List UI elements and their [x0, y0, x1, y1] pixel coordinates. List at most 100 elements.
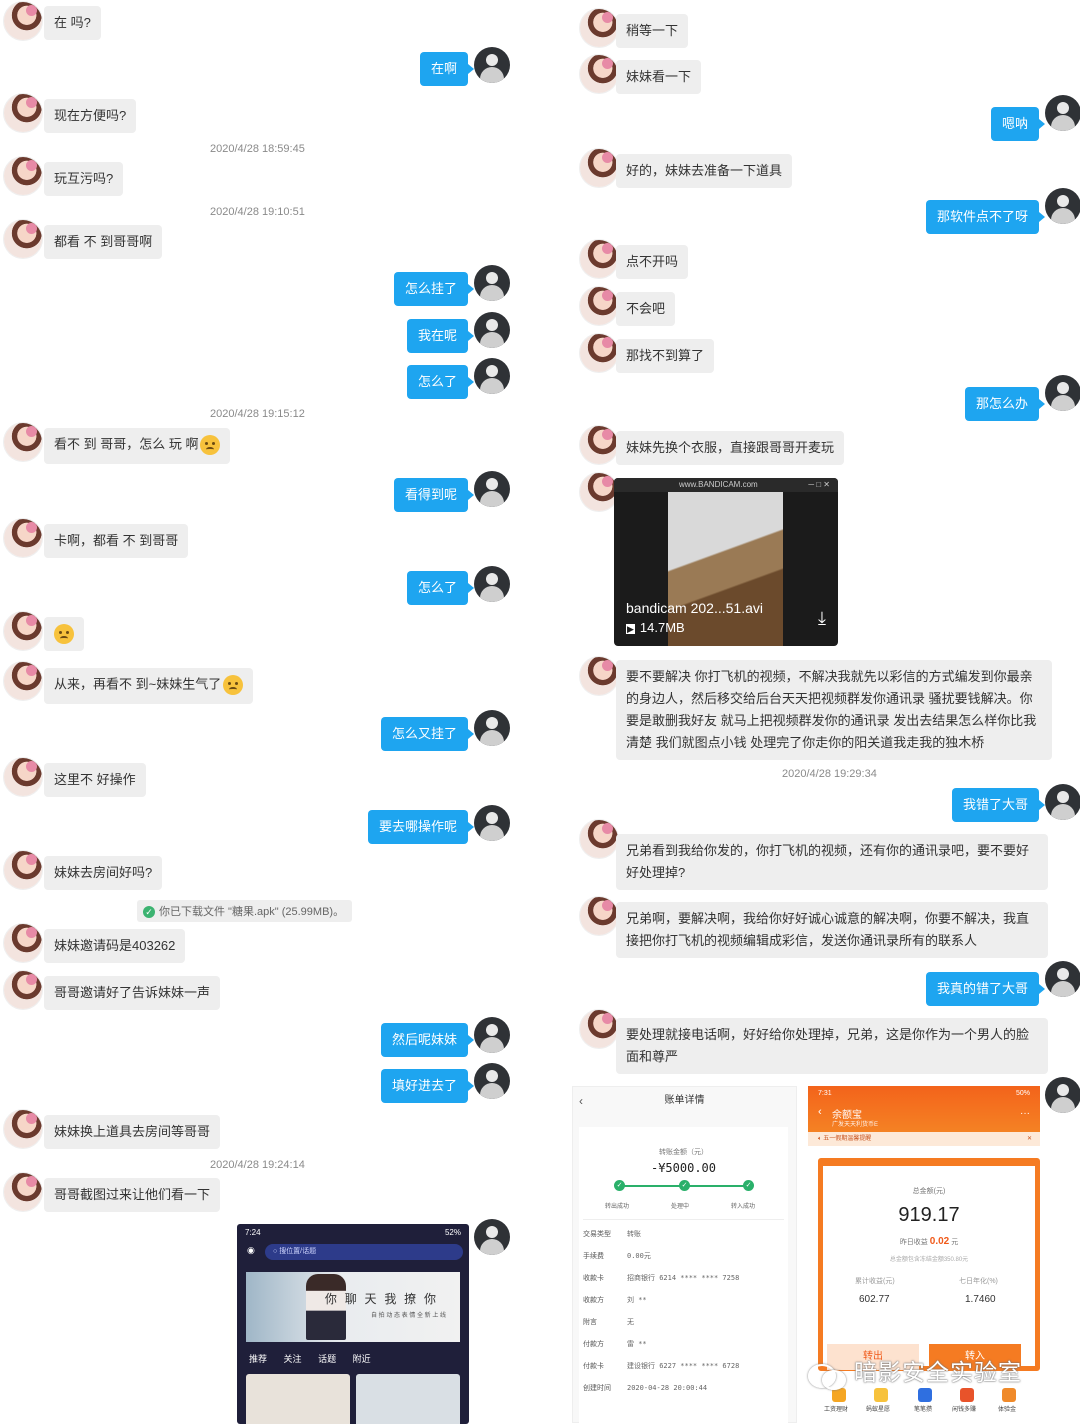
contact-avatar[interactable] — [4, 612, 42, 650]
cumulative-value: 602.77 — [859, 1294, 890, 1305]
user-avatar[interactable] — [474, 566, 510, 602]
user-avatar[interactable] — [474, 47, 510, 83]
outgoing-message: 然后呢妹妹 — [380, 1023, 475, 1057]
transfer-bill-screenshot[interactable]: ‹ 账单详情 转账金额（元） -¥5000.00 ✓ ✓ ✓ 转出成功 处理中 … — [572, 1086, 797, 1423]
contact-avatar[interactable] — [580, 287, 618, 325]
outgoing-message: 我在呢 — [406, 319, 475, 353]
crying-laughing-emoji-icon — [54, 624, 74, 644]
tab-follow: 关注 — [283, 1354, 302, 1364]
outgoing-message: 怎么了 — [406, 571, 475, 605]
contact-avatar[interactable] — [580, 55, 618, 93]
contact-avatar[interactable] — [580, 657, 618, 695]
incoming-message: 点不开吗 — [616, 245, 689, 279]
outgoing-message: 看得到呢 — [393, 478, 475, 512]
rate-value: 1.7460 — [965, 1294, 996, 1305]
user-avatar[interactable] — [1045, 375, 1080, 411]
bill-row: 附言无 — [583, 1318, 634, 1326]
user-avatar[interactable] — [1045, 784, 1080, 820]
contact-avatar[interactable] — [4, 1110, 42, 1148]
video-file-message[interactable]: www.BANDICAM.com ─ □ ✕ bandicam 202...51.… — [614, 478, 838, 646]
download-icon[interactable]: ⤓ — [818, 608, 826, 629]
contact-avatar[interactable] — [580, 240, 618, 278]
phone-search-bar: ○ 搜位置/话题 — [265, 1244, 463, 1260]
contact-avatar[interactable] — [4, 971, 42, 1009]
user-avatar[interactable] — [474, 312, 510, 348]
incoming-message: 不会吧 — [616, 292, 676, 326]
video-filesize: 14.7MB — [626, 620, 685, 635]
user-avatar[interactable] — [474, 265, 510, 301]
contact-avatar[interactable] — [580, 1010, 618, 1048]
contact-avatar[interactable] — [4, 758, 42, 796]
user-avatar[interactable] — [474, 1017, 510, 1053]
timestamp: 2020/4/28 19:29:34 — [782, 768, 877, 780]
user-avatar[interactable] — [474, 710, 510, 746]
outgoing-message: 要去哪操作呢 — [367, 810, 475, 844]
eye-icon: ◉ — [247, 1245, 255, 1255]
check-circle-icon: ✓ — [143, 906, 155, 919]
incoming-message: 要处理就接电话啊，好好给你处理掉，兄弟，这是你作为一个男人的脸面和尊严 — [616, 1018, 1048, 1074]
bill-card: 转账金额（元） -¥5000.00 ✓ ✓ ✓ 转出成功 处理中 转入成功 交易… — [579, 1127, 788, 1423]
nav-item[interactable]: 闲钱多赚 — [952, 1404, 976, 1413]
user-avatar[interactable] — [1045, 188, 1080, 224]
contact-avatar[interactable] — [580, 820, 618, 858]
contact-avatar[interactable] — [4, 851, 42, 889]
phone-tabs: 推荐 关注 话题 附近 — [249, 1352, 385, 1365]
contact-avatar[interactable] — [4, 924, 42, 962]
nav-item[interactable]: 笔笔攒 — [914, 1404, 932, 1413]
contact-avatar[interactable] — [4, 662, 42, 700]
user-avatar[interactable] — [474, 1063, 510, 1099]
nav-item[interactable]: 体验金 — [998, 1404, 1016, 1413]
contact-avatar[interactable] — [4, 1173, 42, 1211]
wechat-logo-icon — [808, 1360, 848, 1390]
contact-avatar[interactable] — [4, 519, 42, 557]
bill-row: 付款卡 建设银行 6227 **** **** 6728 — [583, 1362, 740, 1370]
cumulative-label: 累计收益(元) — [855, 1278, 895, 1285]
user-avatar[interactable] — [474, 358, 510, 394]
incoming-message: 现在方便吗? — [44, 99, 137, 133]
total-label: 总金额(元) — [912, 1188, 946, 1195]
user-avatar[interactable] — [1045, 961, 1080, 997]
user-avatar[interactable] — [474, 805, 510, 841]
more-icon: ··· — [1020, 1108, 1030, 1119]
contact-avatar[interactable] — [4, 220, 42, 258]
contact-avatar[interactable] — [4, 423, 42, 461]
user-avatar[interactable] — [1045, 95, 1080, 131]
file-download-notice: ✓ 你已下载文件 "糖果.apk" (25.99MB)。 — [137, 900, 353, 922]
message-text: 看不 到 哥哥，怎么 玩 啊 — [54, 436, 199, 452]
contact-avatar[interactable] — [580, 426, 618, 464]
profile-tile — [246, 1374, 350, 1424]
contact-avatar[interactable] — [580, 897, 618, 935]
promo-banner: 你 聊 天 我 撩 你 自 拍 动 态 表 情 全 新 上 线 — [246, 1272, 460, 1342]
nav-item[interactable]: 蚂蚁星愿 — [866, 1404, 890, 1413]
outgoing-message: 怎么又挂了 — [380, 717, 475, 751]
user-avatar[interactable] — [474, 1219, 510, 1255]
outgoing-message: 嗯呐 — [990, 107, 1046, 141]
nav-item[interactable]: 工资理财 — [824, 1404, 848, 1413]
sad-face-emoji-icon — [200, 435, 221, 455]
contact-avatar[interactable] — [4, 2, 42, 40]
incoming-message: 这里不 好操作 — [44, 763, 146, 797]
contact-avatar[interactable] — [580, 334, 618, 372]
contact-avatar[interactable] — [580, 149, 618, 187]
bill-title: 账单详情 — [664, 1095, 705, 1106]
outgoing-message: 我错了大哥 — [951, 788, 1046, 822]
timestamp: 2020/4/28 19:10:51 — [210, 206, 305, 218]
banner-photo — [306, 1274, 346, 1340]
contact-avatar[interactable] — [4, 157, 42, 195]
outgoing-message: 怎么挂了 — [393, 272, 475, 306]
rate-label: 七日年化(%) — [959, 1278, 998, 1285]
check-icon: ✓ — [679, 1180, 690, 1191]
outgoing-message: 那怎么办 — [964, 387, 1046, 421]
check-icon: ✓ — [614, 1180, 625, 1191]
contact-avatar[interactable] — [4, 94, 42, 132]
holiday-notice: 🔈︎ 五一假期温馨提醒 ✕ — [808, 1132, 1040, 1146]
contact-avatar[interactable] — [580, 9, 618, 47]
step-label: 处理中 — [671, 1204, 690, 1210]
contact-avatar[interactable] — [580, 473, 618, 511]
user-avatar[interactable] — [474, 471, 510, 507]
yesterday-earnings: 昨日收益 0.02 元 — [899, 1236, 959, 1247]
user-avatar[interactable] — [1045, 1077, 1080, 1113]
app-screenshot-image[interactable]: 7:24 52% ◉ ○ 搜位置/话题 你 聊 天 我 撩 你 自 拍 动 态 … — [237, 1224, 469, 1424]
phone-status-bar: 7:24 52% — [237, 1224, 469, 1242]
incoming-message: 都看 不 到哥哥啊 — [44, 225, 163, 259]
